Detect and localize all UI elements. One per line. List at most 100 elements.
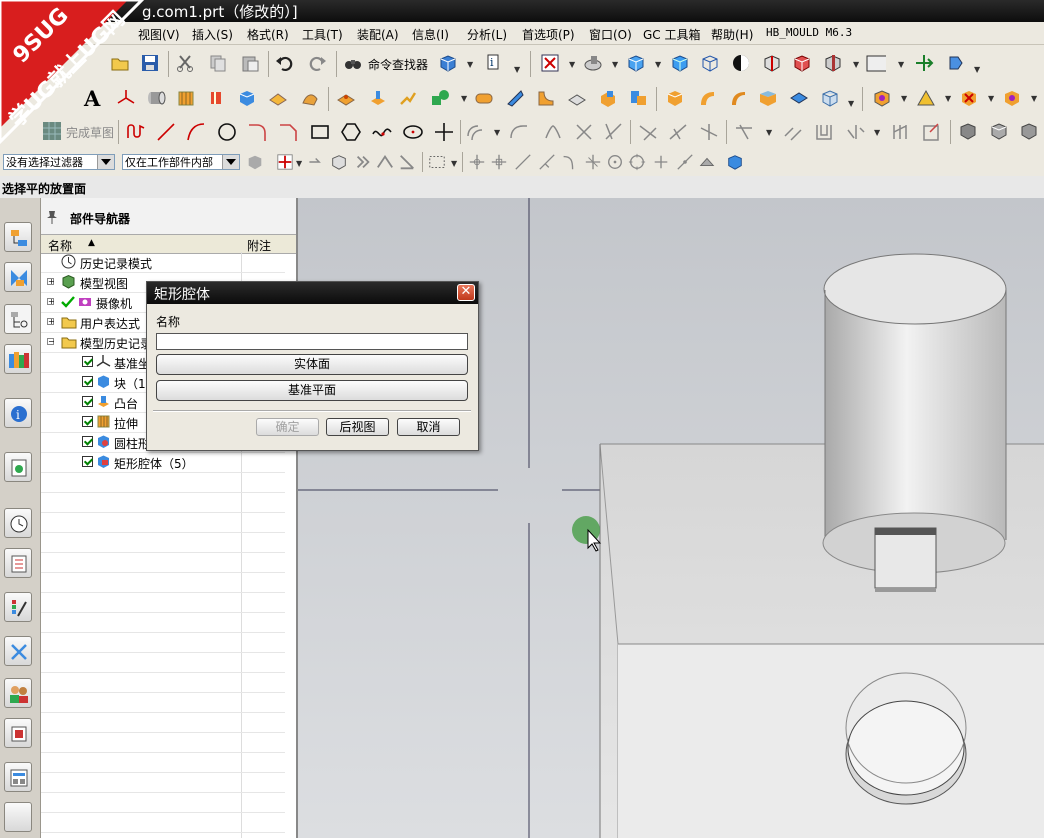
snap-midpoint-icon[interactable] <box>490 153 508 171</box>
hole-icon[interactable] <box>474 88 494 108</box>
snap-on-curve-icon[interactable] <box>676 153 694 171</box>
mate-icon[interactable] <box>916 88 936 108</box>
chevron-down-icon[interactable]: ▼ <box>569 60 575 69</box>
trim-icon[interactable] <box>398 88 418 108</box>
chevron-down-icon[interactable]: ▼ <box>494 128 500 137</box>
datum-plane-button[interactable]: 基准平面 <box>156 380 468 401</box>
render-style-icon[interactable] <box>583 53 603 73</box>
rectangle-icon[interactable] <box>310 122 330 142</box>
chevron-down-icon[interactable]: ▼ <box>514 65 520 74</box>
chevron-down-icon[interactable]: ▼ <box>612 60 618 69</box>
angular-dimension-icon[interactable] <box>668 122 688 142</box>
auto-constrain-icon[interactable] <box>734 122 754 142</box>
palette-tab[interactable] <box>4 762 32 792</box>
general-selection-icon[interactable] <box>246 153 264 171</box>
chevron-down-icon[interactable]: ▼ <box>853 60 859 69</box>
chevron-down-icon[interactable]: ▼ <box>874 128 880 137</box>
copy-icon[interactable] <box>208 53 228 73</box>
block-icon[interactable] <box>237 88 257 108</box>
paste-icon[interactable] <box>240 53 260 73</box>
feature-checkbox[interactable] <box>82 396 93 407</box>
name-input[interactable] <box>156 333 468 350</box>
snap-body-icon[interactable] <box>726 153 744 171</box>
chevron-down-icon[interactable]: ▼ <box>945 94 951 103</box>
pattern-icon[interactable] <box>336 88 356 108</box>
intersection-curve-icon[interactable] <box>574 122 594 142</box>
internet-explorer-tab[interactable]: i <box>4 398 32 428</box>
command-finder-label[interactable]: 命令查找器 <box>368 56 428 73</box>
part-navigator-tab[interactable] <box>4 304 32 334</box>
redo-icon[interactable] <box>307 53 327 73</box>
feature-checkbox[interactable] <box>82 416 93 427</box>
cylinder-top-face[interactable] <box>823 253 1007 325</box>
point-icon[interactable] <box>434 122 454 142</box>
section-cube-icon[interactable] <box>792 53 812 73</box>
arc-icon[interactable] <box>186 122 206 142</box>
snap-control-icon[interactable] <box>538 153 556 171</box>
chevron-down-icon[interactable]: ▼ <box>461 94 467 103</box>
studio-spline-icon[interactable] <box>372 122 392 142</box>
chevron-down-icon[interactable]: ▼ <box>901 94 907 103</box>
background-color-icon[interactable] <box>866 53 886 73</box>
cancel-button[interactable]: 取消 <box>397 418 460 436</box>
menu-info[interactable]: 信息(I) <box>412 26 449 43</box>
history-tab[interactable] <box>4 452 32 482</box>
menu-assembly[interactable]: 装配(A) <box>357 26 399 43</box>
menu-preferences[interactable]: 首选项(P) <box>522 26 575 43</box>
filter-select[interactable]: 没有选择过滤器 <box>3 154 115 170</box>
surface-icon[interactable] <box>758 88 778 108</box>
snap-arrow-icon[interactable] <box>308 153 322 171</box>
delay-evaluation-icon[interactable] <box>890 122 910 142</box>
feature-checkbox[interactable] <box>82 356 93 367</box>
undo-icon[interactable] <box>275 53 295 73</box>
feature-checkbox[interactable] <box>82 376 93 387</box>
menu-format[interactable]: 格式(R) <box>247 26 289 43</box>
ellipse-icon[interactable] <box>403 122 423 142</box>
clip-view-icon[interactable] <box>823 53 843 73</box>
chevron-down-icon[interactable]: ▼ <box>467 60 473 69</box>
collapse-minus-icon[interactable]: − <box>47 338 55 346</box>
visual-effects-tab[interactable] <box>4 592 32 622</box>
project-curve-icon[interactable] <box>509 122 529 142</box>
reuse-library-tab[interactable] <box>4 344 32 374</box>
back-button[interactable]: 后视图 <box>326 418 389 436</box>
block-front-face[interactable] <box>618 644 1044 838</box>
snap-line-icon[interactable] <box>514 153 532 171</box>
expand-plus-icon[interactable]: + <box>47 298 55 306</box>
dimension-icon[interactable] <box>638 122 658 142</box>
rectangle-select-icon[interactable] <box>428 153 446 171</box>
process-studio-tab[interactable] <box>4 636 32 666</box>
offset-face-icon[interactable] <box>268 88 288 108</box>
constraint-icon[interactable] <box>699 122 719 142</box>
chevron-down-icon[interactable]: ▼ <box>766 128 772 137</box>
boss-icon[interactable] <box>368 88 388 108</box>
system-materials-tab[interactable] <box>4 548 32 578</box>
snap-intersect-icon[interactable] <box>584 153 602 171</box>
sweep-icon[interactable] <box>300 88 320 108</box>
soft-blend-icon[interactable] <box>728 88 748 108</box>
solid-face-button[interactable]: 实体面 <box>156 354 468 375</box>
move-object-icon[interactable] <box>914 53 934 73</box>
thicken-icon[interactable] <box>598 88 618 108</box>
polygon-icon[interactable] <box>341 122 361 142</box>
cylinder-boss[interactable] <box>825 290 1006 540</box>
wireframe-cube-icon[interactable] <box>700 53 720 73</box>
manufacturing-wizard-tab[interactable] <box>4 718 32 748</box>
circle-icon[interactable] <box>217 122 237 142</box>
chevron-down-icon[interactable]: ▼ <box>974 65 980 74</box>
mirror-curve-icon[interactable] <box>543 122 563 142</box>
chevron-down-icon[interactable]: ▼ <box>451 159 457 168</box>
feature-checkbox[interactable] <box>82 456 93 467</box>
menu-gc-toolbox[interactable]: GC 工具箱 <box>643 26 701 43</box>
chevron-down-icon[interactable]: ▼ <box>988 94 994 103</box>
binoculars-icon[interactable] <box>343 53 363 73</box>
draft-icon[interactable] <box>567 88 587 108</box>
feature-checkbox[interactable] <box>82 436 93 447</box>
replace-component-icon[interactable] <box>1002 88 1022 108</box>
face-select-icon[interactable] <box>354 153 372 171</box>
snap-point-icon[interactable] <box>652 153 670 171</box>
chevron-down-icon[interactable]: ▼ <box>1031 94 1037 103</box>
transform-icon[interactable] <box>946 53 966 73</box>
tree-row-history-mode[interactable]: 历史记录模式 <box>41 252 285 273</box>
assembly-navigator-tab[interactable] <box>4 222 32 252</box>
